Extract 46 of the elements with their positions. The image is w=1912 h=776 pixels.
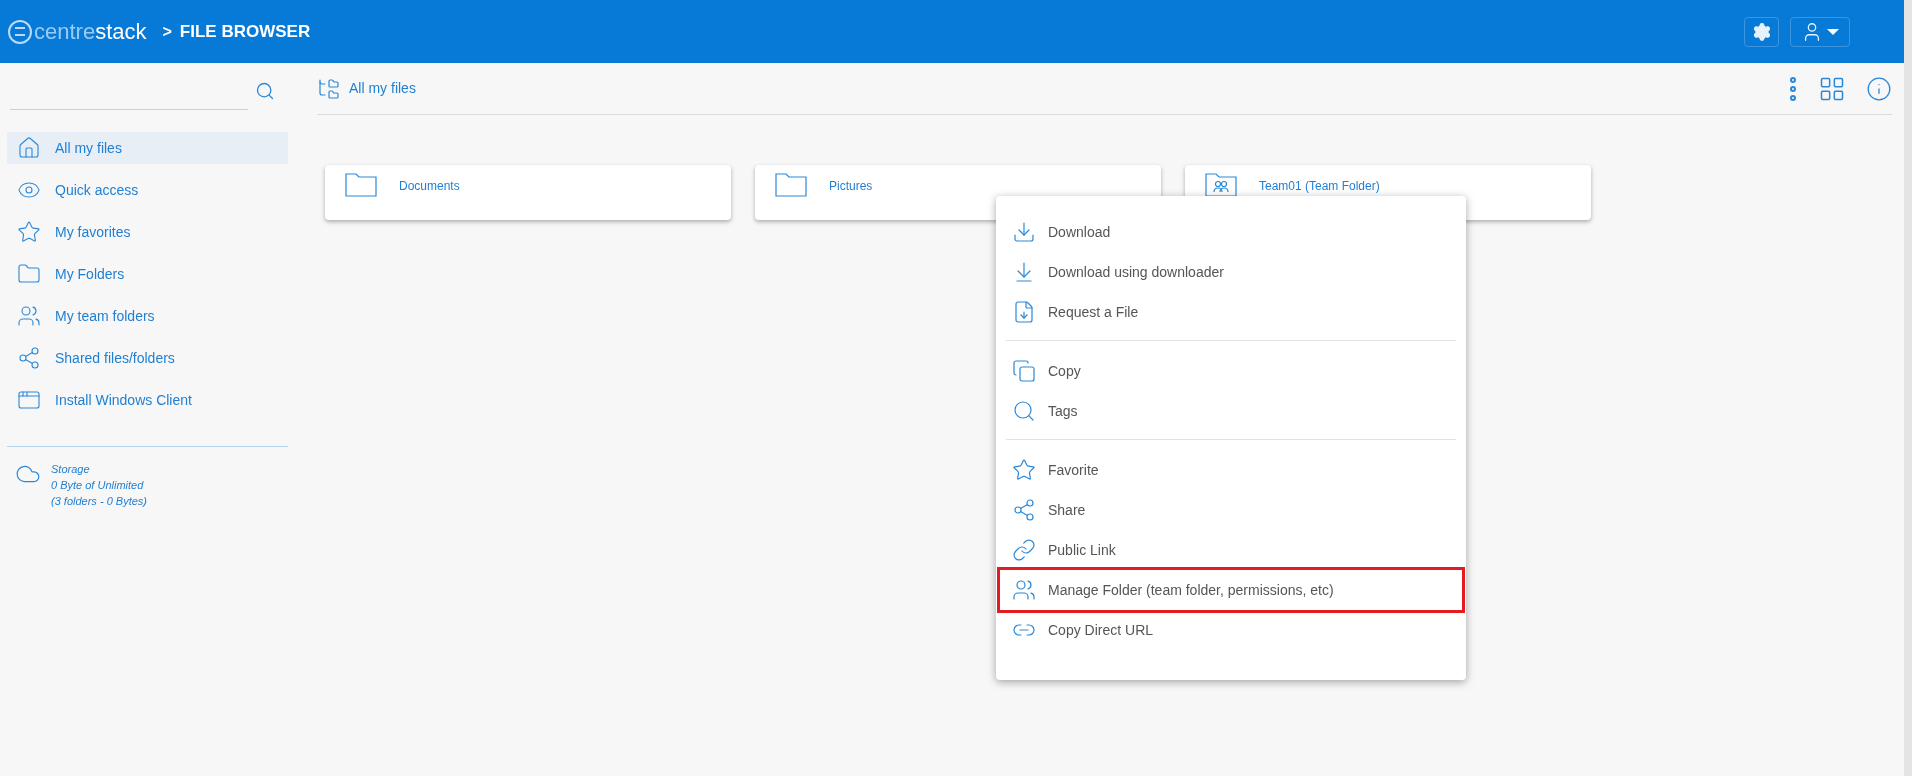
- page-title: FILE BROWSER: [179, 20, 311, 43]
- menu-item[interactable]: Request a File: [1006, 292, 1456, 332]
- search-icon[interactable]: [255, 81, 275, 101]
- sidebar-item[interactable]: Quick access: [7, 174, 288, 206]
- folder-tree-icon: [317, 76, 341, 101]
- download-icon: [1012, 220, 1036, 244]
- menu-item[interactable]: Copy: [1006, 351, 1456, 391]
- menu-item[interactable]: Favorite: [1006, 450, 1456, 490]
- menu-item[interactable]: Download using downloader: [1006, 252, 1456, 292]
- menu-item[interactable]: Copy Direct URL: [1006, 610, 1456, 650]
- user-menu-button[interactable]: [1790, 16, 1850, 47]
- star-icon: [17, 220, 41, 244]
- settings-button[interactable]: [1744, 16, 1779, 47]
- star-icon: [1012, 458, 1036, 482]
- link-icon: [1012, 538, 1036, 562]
- breadcrumb-link[interactable]: All my files: [349, 78, 416, 99]
- storage-usage: 0 Byte of Unlimited: [51, 478, 145, 493]
- menu-item[interactable]: Public Link: [1006, 530, 1456, 570]
- folder-icon: [345, 173, 377, 197]
- storage-title: Storage: [51, 462, 91, 477]
- menu-item[interactable]: Share: [1006, 490, 1456, 530]
- share-icon: [17, 346, 41, 370]
- sidebar-item[interactable]: All my files: [7, 132, 288, 164]
- window-icon: [17, 388, 41, 412]
- gear-icon: [1751, 21, 1772, 42]
- copy-icon: [1012, 359, 1036, 383]
- info-icon[interactable]: [1866, 75, 1892, 102]
- menu-item[interactable]: Tags: [1006, 391, 1456, 431]
- menu-item[interactable]: Manage Folder (team folder, permissions, etc): [1000, 570, 1462, 610]
- logo-icon: [8, 19, 32, 44]
- folder-icon: [775, 173, 807, 197]
- sidebar-item[interactable]: My team folders: [7, 300, 288, 332]
- sidebar-item[interactable]: My favorites: [7, 216, 288, 248]
- sidebar-item[interactable]: My Folders: [7, 258, 288, 290]
- breadcrumb-separator: >: [162, 21, 172, 42]
- folder-card[interactable]: Documents: [325, 165, 731, 220]
- people-icon: [17, 304, 41, 328]
- more-options-icon[interactable]: [1790, 76, 1796, 101]
- share-icon: [1012, 498, 1036, 522]
- sidebar-item[interactable]: Install Windows Client: [7, 384, 288, 416]
- magnifier-icon: [1012, 399, 1036, 423]
- storage-summary: (3 folders - 0 Bytes): [51, 494, 147, 509]
- logo-text: centrestack: [34, 18, 147, 46]
- sidebar-item[interactable]: Shared files/folders: [7, 342, 288, 374]
- folder-icon: [17, 262, 41, 286]
- house-icon: [17, 136, 41, 160]
